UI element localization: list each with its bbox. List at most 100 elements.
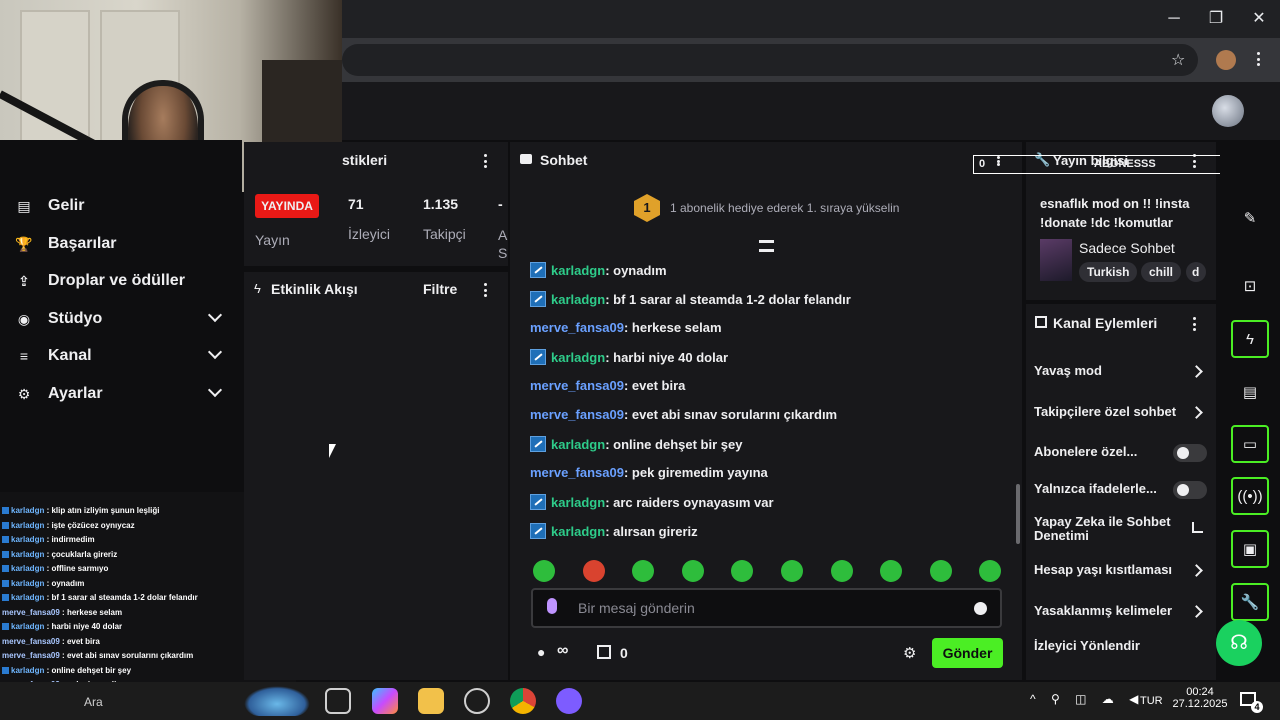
obs-icon[interactable] bbox=[464, 688, 490, 714]
sidebar-item-1[interactable]: 🏆 Başarılar bbox=[0, 225, 242, 263]
stream-category[interactable]: Sadece Sohbet bbox=[1079, 240, 1175, 256]
toggle-switch[interactable] bbox=[1173, 481, 1207, 499]
chat-username[interactable]: merve_fansa09 bbox=[530, 320, 624, 335]
hype-banner[interactable]: 1 1 abonelik hediye ederek 1. sıraya yük… bbox=[634, 194, 899, 222]
minimize-button[interactable]: ─ bbox=[1162, 8, 1186, 30]
stats-menu-icon[interactable] bbox=[483, 154, 487, 168]
activity-menu-icon[interactable] bbox=[483, 283, 487, 297]
chat-scrollbar[interactable] bbox=[1016, 484, 1020, 544]
chat-username[interactable]: karladgn bbox=[551, 524, 605, 539]
external-link-icon[interactable] bbox=[1192, 522, 1203, 533]
sidebar-item-3[interactable]: ◉ Stüdyo bbox=[0, 300, 242, 338]
chrome-icon[interactable] bbox=[510, 688, 536, 714]
live-badge: YAYINDA bbox=[255, 194, 319, 218]
channel-action-item[interactable]: Yapay Zeka ile Sohbet Denetimi bbox=[1034, 515, 1184, 543]
moderator-badge-icon[interactable] bbox=[530, 291, 546, 307]
channel-action-item[interactable]: Abonelere özel... bbox=[1034, 444, 1137, 459]
channel-action-item[interactable]: İzleyici Yönlendir bbox=[1034, 638, 1140, 653]
channel-actions-menu-icon[interactable] bbox=[1192, 317, 1196, 331]
lightning-action-icon[interactable]: ϟ bbox=[1231, 320, 1269, 358]
overlay-chat-user: karladgn bbox=[11, 593, 45, 602]
emote-icon[interactable] bbox=[582, 560, 605, 582]
chat-action-icon[interactable]: ▭ bbox=[1231, 425, 1269, 463]
chat-username[interactable]: karladgn bbox=[551, 437, 605, 452]
emote-icon[interactable] bbox=[830, 560, 853, 582]
maximize-button[interactable]: ❐ bbox=[1204, 8, 1228, 30]
moderator-badge-icon[interactable] bbox=[530, 349, 546, 365]
send-button[interactable]: Gönder bbox=[932, 638, 1003, 668]
overlay-chat-line: karladgn : harbi niye 40 dolar bbox=[2, 622, 122, 631]
chevron-down-icon bbox=[207, 344, 223, 360]
emote-icon[interactable] bbox=[681, 560, 704, 582]
emote-icon[interactable] bbox=[781, 560, 803, 582]
overlay-chat-line: merve_fansa09 : herkese selam bbox=[2, 608, 122, 617]
notes-icon[interactable]: ▤ bbox=[1231, 373, 1269, 411]
tray-date: 27.12.2025 bbox=[1172, 698, 1228, 710]
chat-username[interactable]: merve_fansa09 bbox=[530, 465, 624, 480]
emote-icon[interactable] bbox=[533, 560, 555, 582]
chat-message-text: : evet abi sınav sorularını çıkardım bbox=[623, 407, 838, 422]
channel-action-item[interactable]: Takipçilere özel sohbet bbox=[1034, 404, 1176, 419]
overlay-chat-text: : herkese selam bbox=[59, 607, 123, 617]
tag-turkish[interactable]: Turkish bbox=[1079, 262, 1138, 282]
sidebar-item-0[interactable]: ▤ Gelir bbox=[0, 187, 242, 225]
file-explorer-icon[interactable] bbox=[418, 688, 444, 714]
moderator-badge-icon[interactable] bbox=[530, 436, 546, 452]
channel-action-item[interactable]: Hesap yaşı kısıtlaması bbox=[1034, 562, 1172, 577]
overlay-chat-user: karladgn bbox=[11, 549, 45, 559]
profile-avatar-icon[interactable] bbox=[1216, 50, 1236, 70]
pencil-icon[interactable]: ✎ bbox=[1231, 199, 1269, 237]
raid-icon[interactable]: ▣ bbox=[1231, 530, 1269, 568]
moderator-badge-icon[interactable] bbox=[530, 262, 546, 278]
sidebar-item-4[interactable]: ≡ Kanal bbox=[0, 337, 242, 375]
sidebar-item-label: Gelir bbox=[48, 197, 85, 214]
channel-action-item[interactable]: Yavaş mod bbox=[1034, 363, 1102, 378]
browser-menu-icon[interactable] bbox=[1256, 52, 1260, 66]
moderator-badge-icon[interactable] bbox=[530, 523, 546, 539]
chat-username[interactable]: karladgn bbox=[551, 350, 605, 365]
copilot-icon[interactable] bbox=[372, 688, 398, 714]
overlay-chat-text: : klip atın izliyim şunun leşliği bbox=[44, 506, 160, 515]
tray-language[interactable]: TUR bbox=[1140, 695, 1163, 707]
settings-wrench-icon[interactable]: 🔧 bbox=[1231, 583, 1269, 621]
tray-clock[interactable]: 00:24 27.12.2025 bbox=[1172, 686, 1228, 710]
toggle-switch[interactable] bbox=[1173, 444, 1207, 462]
task-view-icon[interactable] bbox=[325, 688, 351, 714]
tray-icons[interactable]: ^ ⚲ ◫ ☁ ◀ bbox=[1030, 692, 1144, 706]
channel-action-item[interactable]: Yasaklanmış kelimeler bbox=[1034, 603, 1172, 618]
address-bar[interactable] bbox=[342, 44, 1198, 76]
chat-message: karladgn: harbi niye 40 dolar bbox=[530, 349, 728, 365]
help-headset-icon[interactable]: ☊ bbox=[1216, 620, 1262, 666]
taskbar-widget-icon[interactable] bbox=[244, 686, 310, 716]
activity-filter-button[interactable]: Filtre bbox=[423, 281, 457, 297]
tag-more[interactable]: d bbox=[1186, 262, 1206, 282]
chat-message: merve_fansa09: evet abi sınav sorularını… bbox=[530, 407, 837, 422]
tag-chill[interactable]: chill bbox=[1141, 262, 1182, 282]
clip-icon[interactable]: ⊡ bbox=[1231, 267, 1269, 305]
microphone-icon[interactable] bbox=[547, 598, 557, 614]
sidebar-item-5[interactable]: ⚙ Ayarlar bbox=[0, 375, 242, 413]
chat-username[interactable]: karladgn bbox=[551, 263, 605, 278]
chat-username[interactable]: karladgn bbox=[551, 292, 605, 307]
taskbar-search[interactable]: Ara bbox=[84, 695, 103, 709]
channel-points-icon[interactable]: ● bbox=[537, 644, 545, 660]
chat-username[interactable]: karladgn bbox=[551, 495, 605, 510]
chat-username[interactable]: merve_fansa09 bbox=[530, 378, 624, 393]
overlay-chat-line: karladgn : klip atın izliyim şunun leşli… bbox=[2, 506, 159, 515]
store-icon[interactable] bbox=[597, 645, 611, 659]
close-button[interactable]: ✕ bbox=[1247, 8, 1271, 30]
chat-settings-gear-icon[interactable]: ⚙ bbox=[903, 644, 916, 662]
emoji-icon[interactable] bbox=[974, 602, 987, 615]
user-avatar[interactable] bbox=[1212, 95, 1244, 127]
broadcast-icon[interactable]: ((•)) bbox=[1231, 477, 1269, 515]
overlay-chat-text: : offline sarmıyo bbox=[44, 564, 109, 573]
emote-icon[interactable] bbox=[929, 560, 952, 582]
discord-icon[interactable] bbox=[556, 688, 582, 714]
chat-filter-icon[interactable] bbox=[759, 240, 774, 252]
overlay-chat-text: : bf 1 sarar al steamda 1-2 dolar feland… bbox=[44, 593, 198, 602]
channel-action-item[interactable]: Yalnızca ifadelerle... bbox=[1034, 481, 1157, 496]
star-icon[interactable]: ☆ bbox=[1171, 50, 1185, 70]
moderator-badge-icon[interactable] bbox=[530, 494, 546, 510]
sidebar-item-2[interactable]: ⇪ Droplar ve ödüller bbox=[0, 262, 242, 300]
chat-username[interactable]: merve_fansa09 bbox=[530, 407, 624, 422]
